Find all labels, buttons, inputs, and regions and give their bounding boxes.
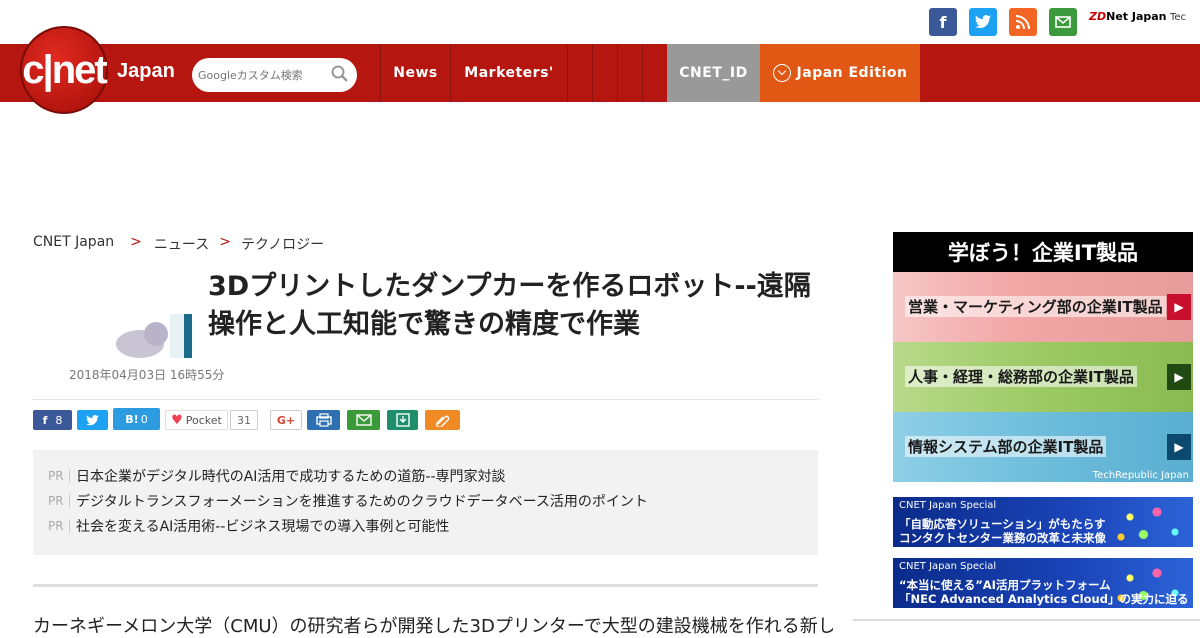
rss-icon[interactable] bbox=[1009, 8, 1037, 36]
mail-icon bbox=[355, 414, 372, 426]
pr-tag: PR bbox=[48, 519, 70, 533]
pr-item-text[interactable]: 社会を変えるAI活用術--ビジネス現場での導入事例と可能性 bbox=[76, 516, 449, 536]
breadcrumb-technology[interactable]: テクノロジー bbox=[241, 234, 324, 254]
sidebar-band-label: 人事・経理・総務部の企業IT製品 bbox=[905, 366, 1137, 387]
sidebar-band-label: 営業・マーケティング部の企業IT製品 bbox=[905, 296, 1166, 317]
clip-icon bbox=[435, 415, 449, 427]
hatena-label: B! bbox=[125, 412, 139, 426]
sidebar-heading: 学ぼう！企業IT製品 bbox=[893, 232, 1193, 272]
twitter-icon[interactable] bbox=[969, 8, 997, 36]
ad-line: コンタクトセンター業務の改革と未来像 bbox=[899, 531, 1106, 545]
article-headline: 3Dプリントしたダンプカーを作るロボット--遠隔操作と人工知能で驚きの精度で作業 bbox=[208, 271, 811, 340]
zdnet-prefix: ZD bbox=[1089, 10, 1107, 23]
breadcrumb-home[interactable]: CNET Japan bbox=[33, 234, 114, 254]
play-arrow-icon: ▶ bbox=[1167, 294, 1191, 320]
logo-edition-label: Japan bbox=[117, 60, 175, 82]
sidebar-band-hr[interactable]: 人事・経理・総務部の企業IT製品 ▶ bbox=[893, 342, 1193, 412]
sidebar-credit: TechRepublic Japan bbox=[1092, 470, 1189, 481]
ad-tag: CNET Japan Special bbox=[899, 561, 997, 572]
search-icon[interactable] bbox=[331, 65, 349, 83]
cnet-logo[interactable]: c|net bbox=[20, 26, 108, 114]
article-body-first-line: カーネギーメロン大学（CMU）の研究者らが開発した3Dプリンターで大型の建設機械… bbox=[33, 616, 833, 637]
mail-share-button[interactable] bbox=[347, 410, 380, 430]
pr-item[interactable]: PR デジタルトランスフォーメーションを推進するためのクラウドデータベース活用の… bbox=[48, 491, 648, 511]
chevron-down-icon bbox=[772, 64, 791, 82]
nav-marketers[interactable]: Marketers' bbox=[450, 44, 567, 102]
hatena-bookmark-button[interactable]: B! 0 bbox=[113, 408, 160, 430]
nav-item-3[interactable] bbox=[617, 44, 642, 102]
facebook-share-count: 8 bbox=[55, 413, 63, 427]
japan-edition-label: Japan Edition bbox=[796, 65, 908, 81]
clip-button[interactable] bbox=[425, 410, 460, 430]
pr-tag: PR bbox=[48, 494, 70, 508]
print-icon bbox=[315, 413, 332, 427]
article-date: 2018年04月03日 16時55分 bbox=[33, 368, 225, 382]
pr-tag: PR bbox=[48, 469, 70, 483]
pr-item[interactable]: PR 社会を変えるAI活用術--ビジネス現場での導入事例と可能性 bbox=[48, 516, 449, 536]
play-arrow-icon: ▶ bbox=[1167, 434, 1191, 460]
nav-cnet-id[interactable]: CNET_ID bbox=[667, 44, 760, 102]
pr-item-text[interactable]: デジタルトランスフォーメーションを推進するためのクラウドデータベース活用のポイン… bbox=[76, 491, 648, 511]
sidebar-ad-banner[interactable]: CNET Japan Special “本当に使える”AI活用プラットフォーム … bbox=[893, 558, 1193, 608]
pocket-icon: ♥ bbox=[171, 412, 183, 428]
sidebar-band-it[interactable]: 情報システム部の企業IT製品 ▶ TechRepublic Japan bbox=[893, 412, 1193, 482]
sidebar-band-label: 情報システム部の企業IT製品 bbox=[905, 436, 1107, 457]
breadcrumb-separator: > bbox=[130, 234, 142, 250]
facebook-icon[interactable]: f bbox=[929, 8, 957, 36]
twitter-icon bbox=[86, 414, 99, 425]
divider bbox=[853, 619, 1200, 621]
twitter-share-button[interactable] bbox=[77, 410, 108, 430]
download-icon bbox=[395, 413, 410, 427]
pr-item[interactable]: PR 日本企業がデジタル時代のAI活用で成功するための道筋--専門家対談 bbox=[48, 466, 506, 486]
divider bbox=[33, 584, 818, 587]
nav-item-2[interactable] bbox=[592, 44, 617, 102]
zdnet-label: Net Japan bbox=[1106, 10, 1167, 23]
breadcrumb: CNET Japan > ニュース > テクノロジー bbox=[33, 234, 324, 254]
article-thumbnail[interactable] bbox=[110, 312, 194, 358]
ad-decoration bbox=[1103, 497, 1193, 547]
mail-icon[interactable] bbox=[1049, 8, 1077, 36]
ad-line: 「NEC Advanced Analytics Cloud」の実力に迫る bbox=[899, 592, 1189, 606]
nav-item-4[interactable] bbox=[642, 44, 667, 102]
pr-item-text[interactable]: 日本企業がデジタル時代のAI活用で成功するための道筋--専門家対談 bbox=[76, 466, 506, 486]
search-box[interactable] bbox=[192, 58, 357, 92]
pocket-label: Pocket bbox=[185, 413, 222, 427]
pocket-count: 31 bbox=[230, 410, 258, 430]
breadcrumb-separator: > bbox=[219, 234, 231, 250]
techrepublic-link[interactable]: Tec bbox=[1170, 12, 1186, 23]
nav-news[interactable]: News bbox=[380, 44, 450, 102]
sidebar-band-sales[interactable]: 営業・マーケティング部の企業IT製品 ▶ bbox=[893, 272, 1193, 342]
ad-tag: CNET Japan Special bbox=[899, 500, 997, 511]
facebook-icon: f bbox=[42, 413, 48, 427]
facebook-share-button[interactable]: f 8 bbox=[33, 410, 72, 430]
hatena-count: 0 bbox=[140, 412, 148, 426]
google-plus-button[interactable]: G+ bbox=[270, 410, 302, 430]
breadcrumb-news[interactable]: ニュース bbox=[154, 234, 209, 254]
top-utility-bar: f ZDNet Japan Tec bbox=[0, 0, 1200, 44]
print-button[interactable] bbox=[307, 410, 340, 430]
pr-links-box: PR 日本企業がデジタル時代のAI活用で成功するための道筋--専門家対談 PR … bbox=[33, 450, 818, 555]
download-button[interactable] bbox=[387, 410, 418, 430]
nav-japan-edition[interactable]: Japan Edition bbox=[760, 44, 920, 102]
pocket-button[interactable]: ♥ Pocket bbox=[165, 410, 228, 430]
sidebar-ad-banner[interactable]: CNET Japan Special 「自動応答ソリューション」がもたらす コン… bbox=[893, 497, 1193, 547]
play-arrow-icon: ▶ bbox=[1167, 364, 1191, 390]
zdnet-japan-link[interactable]: ZDNet Japan bbox=[1089, 10, 1167, 23]
divider bbox=[33, 399, 818, 400]
search-input[interactable] bbox=[198, 65, 328, 85]
nav-item-1[interactable] bbox=[567, 44, 592, 102]
